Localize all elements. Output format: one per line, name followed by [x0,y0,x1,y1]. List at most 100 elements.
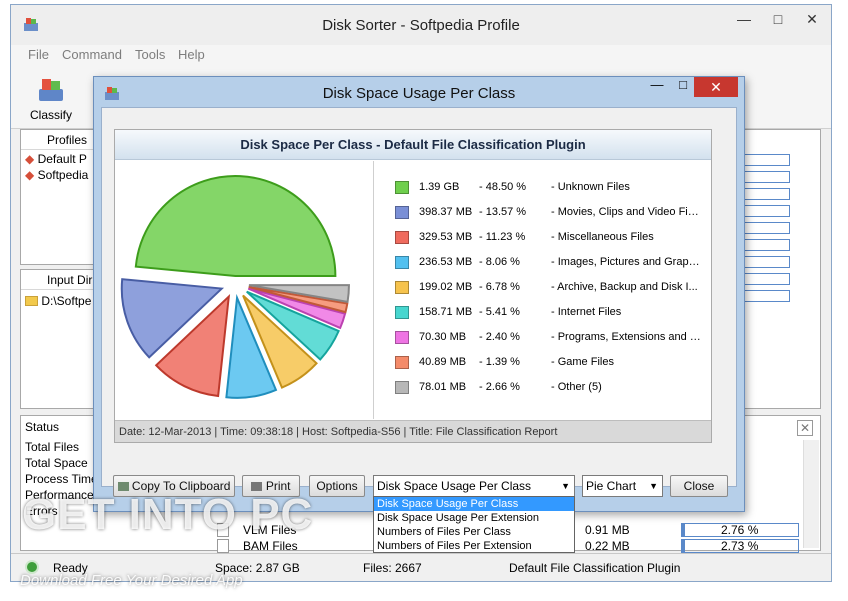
dropdown-option[interactable]: Disk Space Usage Per Class [374,497,574,511]
legend-name: - Internet Files [551,306,622,318]
report-footer: Date: 12-Mar-2013 | Time: 09:38:18 | Hos… [115,420,711,442]
legend-name: - Game Files [551,356,614,368]
menu-command[interactable]: Command [62,47,122,62]
menu-tools[interactable]: Tools [135,47,165,62]
profile-item[interactable]: ◆ Default P [25,152,87,166]
legend-percent: - 1.39 % [479,356,520,368]
options-button[interactable]: Options [309,475,365,497]
watermark-logo: GET INTO PC [22,490,314,539]
legend-size: 158.71 MB [419,306,473,318]
legend-size: 236.53 MB [419,256,473,268]
file-percent-fill [682,540,686,552]
results-panel [741,129,821,409]
legend-swatch [395,231,409,244]
legend-percent: - 13.57 % [479,206,527,218]
profiles-panel: Profiles ◆ Default P ◆ Softpedia [20,129,100,265]
input-dirs-header-label: Input Dir [47,273,93,287]
folder-icon [25,296,38,306]
classify-icon [39,79,63,101]
profile-icon: ◆ [25,168,35,182]
result-bar [744,290,790,302]
input-dir-label: D:\Softpe [41,294,92,308]
legend-swatch [395,206,409,219]
view-dropdown-list: Disk Space Usage Per Class Disk Space Us… [373,496,575,553]
file-size: 0.22 MB [585,539,630,553]
legend-swatch [395,381,409,394]
status-process-time: Process Time [25,472,98,486]
dropdown-option[interactable]: Disk Space Usage Per Extension [374,511,574,525]
result-bar [744,256,790,268]
status-files: Files: 2667 [363,561,422,575]
window-title: Disk Sorter - Softpedia Profile [322,17,520,34]
legend-name: - Archive, Backup and Disk I... [551,281,698,293]
status-plugin: Default File Classification Plugin [509,561,681,575]
dialog-minimize-icon[interactable]: — [644,77,670,97]
legend-percent: - 48.50 % [479,181,527,193]
menu-file[interactable]: File [28,47,49,62]
chart-divider [373,161,374,419]
view-select[interactable]: Disk Space Usage Per Class ▼ [373,475,575,497]
close-icon[interactable]: ✕ [795,5,829,33]
input-dirs-panel: Input Dir D:\Softpe [20,269,100,409]
legend-percent: - 6.78 % [479,281,520,293]
maximize-icon[interactable]: □ [761,5,795,33]
scrollbar[interactable] [803,440,819,548]
pie-slice [134,175,337,278]
status-header: Status [25,420,60,434]
legend-swatch [395,356,409,369]
input-dirs-header: Input Dir [21,270,99,290]
legend-swatch [395,306,409,319]
report-panel: Disk Space Per Class - Default File Clas… [114,129,712,443]
profile-icon: ◆ [25,152,35,166]
legend-swatch [395,256,409,269]
legend-swatch [395,281,409,294]
legend-name: - Unknown Files [551,181,630,193]
legend-size: 78.01 MB [419,381,467,393]
legend-size: 70.30 MB [419,331,467,343]
legend-percent: - 5.41 % [479,306,520,318]
input-dir-item[interactable]: D:\Softpe [25,294,91,308]
legend-percent: - 11.23 % [479,231,526,243]
disk-space-dialog: Disk Space Usage Per Class — □ ✕ Disk Sp… [93,76,745,512]
status-total-files: Total Files [25,440,80,454]
result-bar [744,239,790,251]
result-bar [744,205,790,217]
watermark-tagline: Download Free Your Desired App [20,572,243,589]
profile-label: Softpedia [37,168,89,182]
chart-type-select[interactable]: Pie Chart ▼ [582,475,663,497]
dialog-close-icon[interactable]: ✕ [694,77,738,97]
menu-bar: File Command Tools Help [11,45,831,65]
file-size: 0.91 MB [585,523,630,537]
result-bar [744,171,790,183]
file-percent: 2.73 % [721,539,759,553]
report-title: Disk Space Per Class - Default File Clas… [115,130,711,160]
file-name: BAM Files [243,539,298,553]
status-total-space: Total Space [25,456,88,470]
menu-help[interactable]: Help [178,47,205,62]
profile-item[interactable]: ◆ Softpedia [25,168,88,182]
title-bar: Disk Sorter - Softpedia Profile — □ ✕ [11,5,831,45]
dialog-maximize-icon[interactable]: □ [670,77,696,97]
close-button[interactable]: Close [670,475,728,497]
classify-button[interactable]: Classify [25,71,77,127]
result-bar [744,188,790,200]
dialog-title-bar: Disk Space Usage Per Class — □ ✕ [94,77,744,107]
legend-percent: - 2.40 % [479,331,520,343]
minimize-icon[interactable]: — [727,5,761,33]
legend-name: - Other (5) [551,381,602,393]
dropdown-option[interactable]: Numbers of Files Per Extension [374,539,574,553]
legend-name: - Programs, Extensions and S... [551,331,701,343]
legend-swatch [395,331,409,344]
legend-name: - Images, Pictures and Graph... [551,256,701,268]
chart-type-value: Pie Chart [586,479,637,493]
chevron-down-icon: ▼ [561,481,570,491]
close-panel-icon[interactable]: ✕ [797,420,813,436]
classify-label: Classify [29,108,72,122]
legend-size: 199.02 MB [419,281,473,293]
result-bar [744,222,790,234]
file-percent-fill [682,524,686,536]
dropdown-option[interactable]: Numbers of Files Per Class [374,525,574,539]
legend-percent: - 2.66 % [479,381,520,393]
profiles-header: Profiles [21,130,99,150]
legend-size: 1.39 GB [419,181,460,193]
